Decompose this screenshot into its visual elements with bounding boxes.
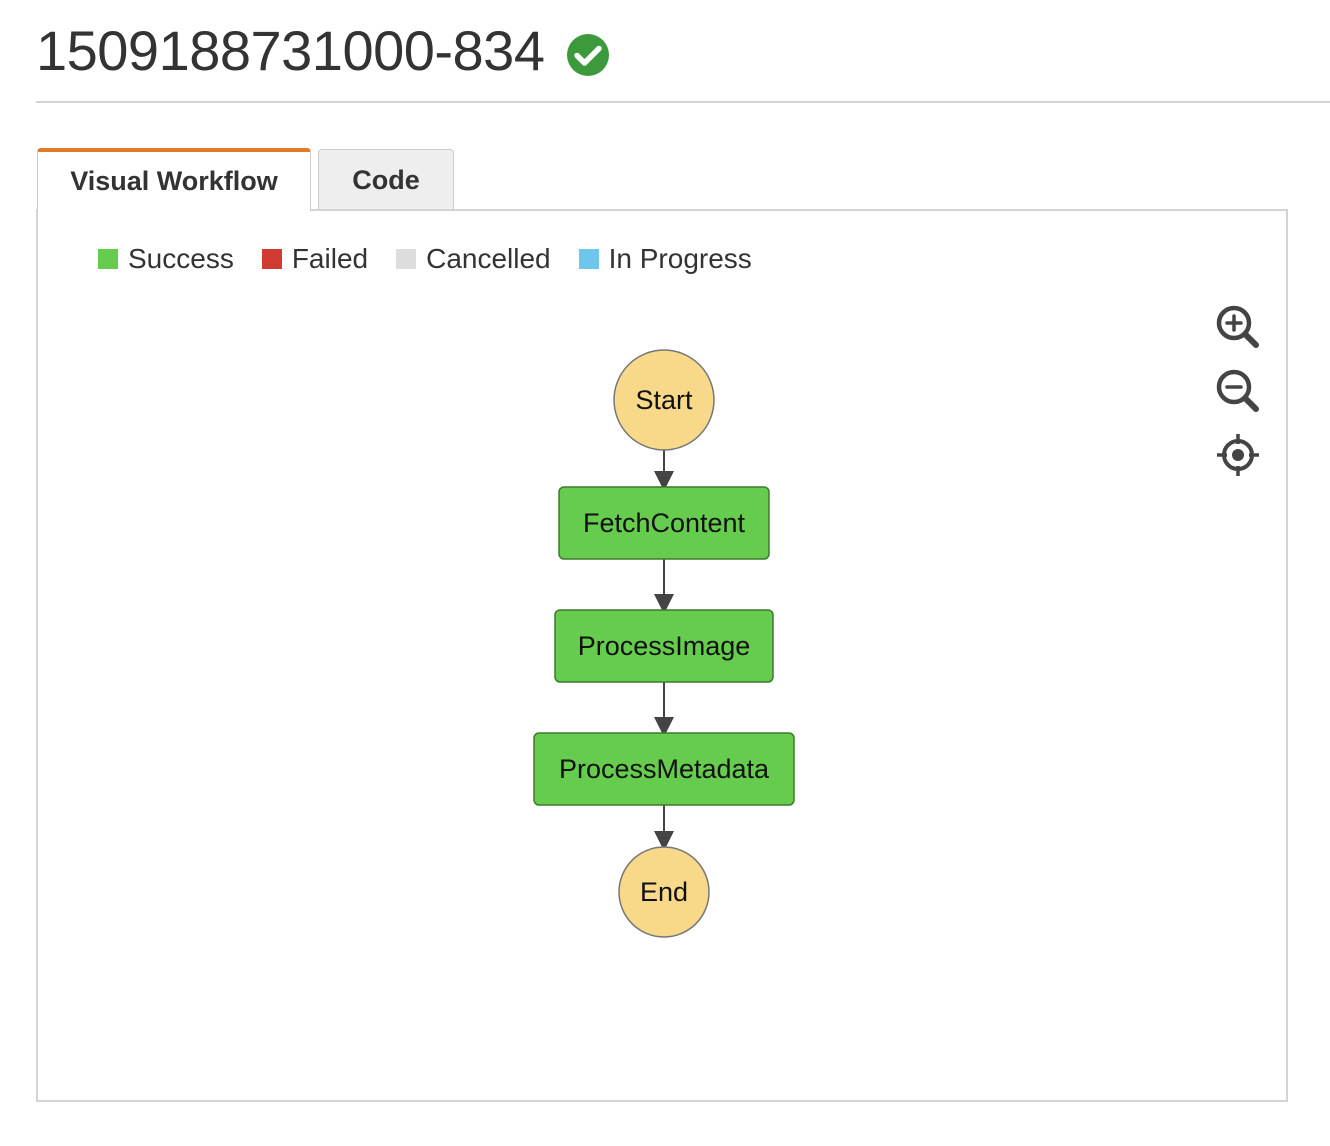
node-label: ProcessMetadata — [559, 754, 770, 784]
workflow-node-fetch-content[interactable]: FetchContent — [558, 486, 770, 560]
center-icon[interactable] — [1214, 431, 1262, 479]
workflow-node-process-image[interactable]: ProcessImage — [554, 609, 774, 683]
node-label: FetchContent — [583, 508, 746, 538]
node-label: End — [640, 877, 688, 907]
execution-header: 1509188731000-834 — [36, 18, 610, 84]
tab-visual-workflow[interactable]: Visual Workflow — [37, 148, 311, 211]
node-label: Start — [635, 385, 693, 415]
zoom-controls — [1214, 303, 1262, 495]
check-circle-icon — [567, 34, 610, 76]
visual-workflow-panel: Success Failed Cancelled In Progress Sta… — [36, 209, 1288, 1102]
workflow-node-process-metadata[interactable]: ProcessMetadata — [533, 732, 795, 806]
execution-title: 1509188731000-834 — [36, 19, 545, 82]
zoom-in-icon[interactable] — [1214, 303, 1262, 351]
workflow-graph: Start FetchContent ProcessImage ProcessM… — [533, 349, 795, 938]
node-label: ProcessImage — [578, 631, 751, 661]
zoom-out-icon[interactable] — [1214, 367, 1262, 415]
workflow-node-start[interactable]: Start — [613, 349, 715, 451]
tab-code[interactable]: Code — [318, 149, 454, 210]
header-divider — [36, 101, 1330, 103]
workflow-node-end[interactable]: End — [618, 846, 710, 938]
